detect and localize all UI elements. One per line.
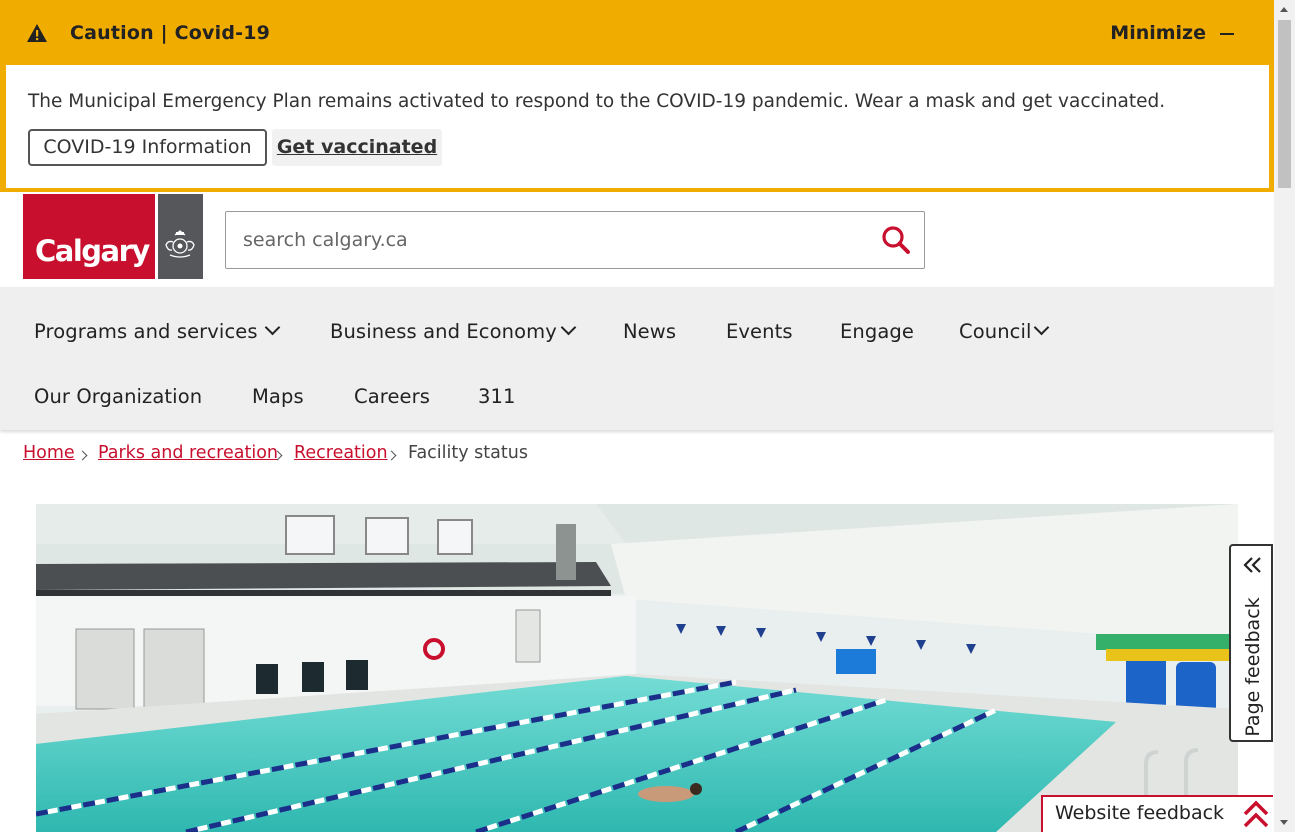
nav-label: Our Organization	[34, 385, 203, 408]
chevron-down-icon	[560, 319, 577, 336]
nav-label: Council	[959, 320, 1032, 343]
nav-label: Programs and services	[34, 320, 258, 343]
search-input[interactable]	[241, 224, 865, 256]
warning-icon	[27, 24, 47, 42]
hero-image	[36, 504, 1238, 832]
main-navigation: Programs and services Business and Econo…	[0, 287, 1274, 430]
covid-alert-banner: Caution | Covid-19 Minimize The Municipa…	[0, 0, 1274, 192]
indoor-pool-photo	[36, 504, 1238, 832]
nav-label: News	[623, 320, 677, 343]
breadcrumb-home[interactable]: Home	[23, 443, 75, 463]
nav-label: Engage	[840, 320, 914, 343]
alert-body: The Municipal Emergency Plan remains act…	[6, 65, 1269, 188]
minimize-button[interactable]: Minimize	[1110, 22, 1234, 44]
nav-item-311[interactable]: 311	[478, 385, 516, 408]
website-feedback-label: Website feedback	[1055, 802, 1225, 824]
nav-item-maps[interactable]: Maps	[252, 385, 304, 408]
covid-information-button[interactable]: COVID-19 Information	[28, 129, 267, 166]
minimize-icon	[1220, 32, 1234, 35]
chevron-down-icon	[1033, 319, 1049, 336]
website-feedback-button[interactable]: Website feedback	[1041, 795, 1273, 832]
nav-item-programs-and-services[interactable]: Programs and services	[34, 319, 280, 343]
coat-of-arms-block	[158, 194, 203, 279]
nav-label: Careers	[354, 385, 431, 408]
breadcrumb-parks-and-recreation[interactable]: Parks and recreation	[98, 443, 278, 463]
nav-item-engage[interactable]: Engage	[840, 320, 914, 343]
scroll-up-icon[interactable]	[1280, 7, 1288, 12]
search-icon[interactable]	[876, 220, 916, 260]
double-chevron-left-icon	[1243, 557, 1261, 573]
chevron-right-icon	[386, 450, 397, 461]
nav-item-news[interactable]: News	[623, 320, 676, 343]
alert-header: Caution | Covid-19 Minimize	[0, 0, 1274, 65]
page-feedback-tab[interactable]: Page feedback	[1229, 544, 1273, 742]
nav-item-careers[interactable]: Careers	[354, 385, 430, 408]
nav-item-our-organization[interactable]: Our Organization	[34, 385, 202, 408]
scroll-down-icon[interactable]	[1280, 820, 1288, 825]
get-vaccinated-button[interactable]: Get vaccinated	[272, 129, 442, 166]
alert-message: The Municipal Emergency Plan remains act…	[28, 91, 1166, 112]
coat-of-arms-icon	[165, 230, 195, 258]
chevron-down-icon	[264, 319, 280, 336]
breadcrumb-recreation[interactable]: Recreation	[294, 443, 388, 463]
search-box	[225, 211, 925, 269]
scroll-thumb[interactable]	[1278, 20, 1291, 188]
logo-text: Calgary	[35, 234, 150, 268]
double-chevron-up-icon	[1243, 800, 1269, 828]
logo-wordmark-block: Calgary	[23, 194, 155, 279]
alert-title: Caution | Covid-19	[70, 22, 271, 44]
breadcrumb-current: Facility status	[408, 443, 528, 463]
nav-item-business-and-economy[interactable]: Business and Economy	[330, 319, 577, 343]
nav-item-events[interactable]: Events	[726, 320, 793, 343]
nav-item-council[interactable]: Council	[959, 319, 1049, 343]
chevron-right-icon	[77, 450, 88, 461]
vertical-scrollbar[interactable]	[1274, 0, 1295, 832]
nav-label: Business and Economy	[330, 320, 557, 343]
nav-label: Maps	[252, 385, 304, 408]
minimize-label: Minimize	[1110, 22, 1206, 44]
page-feedback-label: Page feedback	[1242, 597, 1264, 737]
nav-label: 311	[478, 385, 516, 408]
calgary-logo[interactable]: Calgary	[23, 194, 203, 279]
nav-label: Events	[726, 320, 793, 343]
